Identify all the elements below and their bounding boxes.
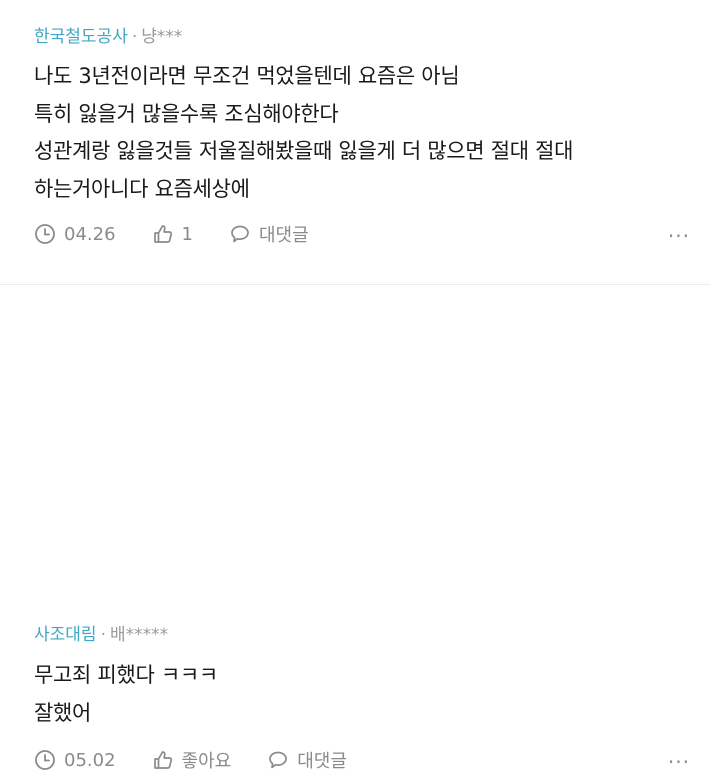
- reply-label: 대댓글: [297, 751, 347, 772]
- comment-body: 무고죄 피했다 ㅋㅋㅋ 잘했어: [34, 657, 218, 732]
- more-options-icon[interactable]: ···: [668, 224, 690, 248]
- reply-button[interactable]: 대댓글: [267, 747, 347, 773]
- user-name: 냥***: [141, 27, 183, 47]
- clock-icon: [35, 224, 55, 244]
- more-options-icon[interactable]: ···: [668, 750, 690, 774]
- comment-body: 나도 3년전이라면 무조건 먹었을텐데 요즘은 아님 특히 잃을거 많을수록 조…: [34, 58, 573, 208]
- comment-author: 사조대림 · 배*****: [34, 624, 168, 646]
- company-name[interactable]: 사조대림: [34, 625, 97, 645]
- thumbs-up-icon: [153, 225, 172, 243]
- comment-line: 하는거아니다 요즘세상에: [34, 176, 250, 201]
- user-name: 배*****: [109, 625, 169, 645]
- reply-label: 대댓글: [258, 225, 309, 246]
- separator-dot: ·: [100, 625, 106, 645]
- comment-line: 성관계랑 잃을것들 저울질해봤을때 잃을게 더 많으면 절대 절대: [34, 139, 574, 163]
- thumbs-up-icon: [153, 751, 172, 769]
- company-name[interactable]: 한국철도공사: [34, 27, 128, 47]
- like-label: 좋아요: [181, 751, 232, 772]
- like-count: 1: [181, 223, 193, 245]
- comment-line: 잘했어: [34, 700, 92, 725]
- reply-button[interactable]: 대댓글: [229, 221, 309, 247]
- comment-actions: 05.02 좋아요 대댓글: [34, 747, 383, 773]
- comment-actions: 04.26 1 대댓글: [34, 221, 345, 247]
- comment-item: 한국철도공사 · 냥*** 나도 3년전이라면 무조건 먹었을텐데 요즘은 아님 특…: [0, 0, 710, 284]
- comment-item: 사조대림 · 배***** 무고죄 피했다 ㅋㅋㅋ 잘했어 05.02 좋아요 대댓…: [0, 285, 710, 774]
- date-stamp: 05.02: [34, 749, 116, 771]
- clock-icon: [35, 750, 55, 770]
- date-stamp: 04.26: [34, 223, 116, 245]
- like-button[interactable]: 1: [152, 223, 193, 245]
- comment-author: 한국철도공사 · 냥***: [34, 26, 182, 48]
- like-button[interactable]: 좋아요: [152, 747, 232, 773]
- comment-line: 나도 3년전이라면 무조건 먹었을텐데 요즘은 아님: [34, 64, 460, 88]
- comment-date: 04.26: [64, 223, 116, 245]
- comment-date: 05.02: [64, 749, 116, 771]
- comment-line: 무고죄 피했다 ㅋㅋㅋ: [34, 663, 218, 687]
- speech-bubble-icon: [269, 751, 288, 769]
- comment-line: 특히 잃을거 많을수록 조심해야한다: [34, 101, 339, 126]
- speech-bubble-icon: [231, 225, 249, 243]
- separator-dot: ·: [131, 27, 138, 47]
